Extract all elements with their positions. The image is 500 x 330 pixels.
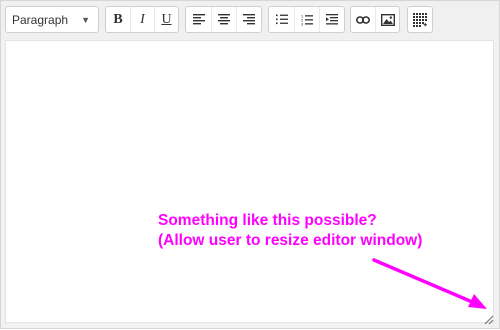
editor-toolbar: Paragraph ▼ B I U 1 2 3 [1, 1, 499, 39]
chevron-down-icon: ▼ [81, 14, 90, 25]
svg-text:3: 3 [301, 21, 304, 25]
table-group [407, 6, 433, 33]
bullet-list-icon [275, 14, 288, 25]
numbered-list-icon: 1 2 3 [301, 14, 313, 26]
link-icon [356, 15, 370, 24]
insert-group [350, 6, 400, 33]
editor-content-area[interactable] [5, 40, 494, 323]
table-button[interactable] [408, 7, 432, 32]
text-style-group: B I U [105, 6, 179, 33]
underline-icon: U [161, 11, 172, 27]
alignment-group [185, 6, 262, 33]
image-icon [380, 13, 395, 26]
bold-icon: B [113, 11, 123, 27]
format-select-value: Paragraph [12, 12, 69, 27]
rich-text-editor: Paragraph ▼ B I U 1 2 3 Something like t… [0, 0, 500, 329]
resize-handle[interactable] [483, 312, 494, 325]
indent-button[interactable] [319, 7, 344, 32]
bold-button[interactable]: B [106, 7, 130, 32]
align-left-icon [192, 14, 205, 25]
annotation-text: Something like this possible? (Allow use… [158, 211, 422, 251]
link-button[interactable] [351, 7, 375, 32]
annotation-line-1: Something like this possible? [158, 212, 377, 229]
align-right-button[interactable] [236, 7, 261, 32]
underline-button[interactable]: U [154, 7, 178, 32]
resize-grip-icon [484, 315, 494, 325]
italic-icon: I [140, 11, 145, 27]
image-button[interactable] [375, 7, 399, 32]
align-center-icon [218, 14, 230, 25]
annotation-line-2: (Allow user to resize editor window) [158, 232, 423, 249]
table-grid-icon [413, 12, 427, 27]
align-center-button[interactable] [211, 7, 236, 32]
numbered-list-button[interactable]: 1 2 3 [294, 7, 319, 32]
bullet-list-button[interactable] [269, 7, 294, 32]
indent-icon [326, 14, 338, 25]
format-group: Paragraph ▼ [5, 6, 99, 33]
align-left-button[interactable] [186, 7, 211, 32]
format-select[interactable]: Paragraph ▼ [6, 7, 98, 32]
align-right-icon [243, 14, 255, 25]
italic-button[interactable]: I [130, 7, 154, 32]
list-group: 1 2 3 [268, 6, 345, 33]
